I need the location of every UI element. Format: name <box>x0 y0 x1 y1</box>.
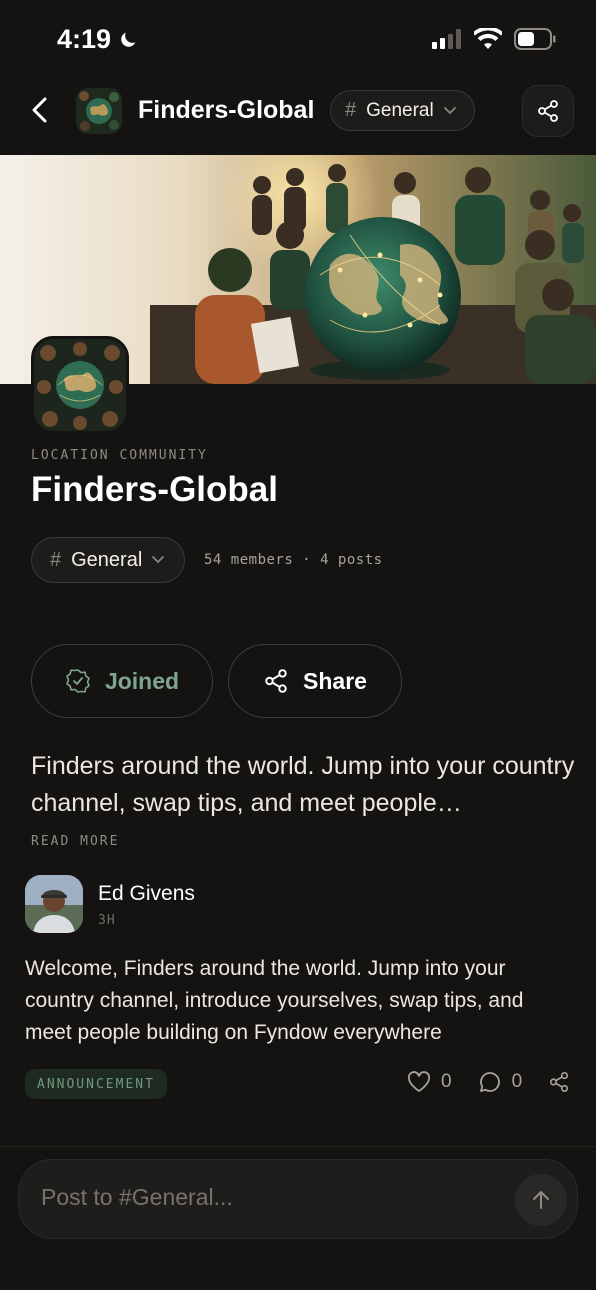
share-icon <box>538 100 558 122</box>
community-type-label: LOCATION COMMUNITY <box>31 448 208 463</box>
divider <box>0 1146 596 1147</box>
community-avatar-small <box>76 88 122 134</box>
post-composer <box>18 1159 578 1239</box>
share-button[interactable]: Share <box>228 644 402 718</box>
comment-count: 0 <box>511 1071 523 1092</box>
comment-icon <box>479 1072 500 1092</box>
channel-selector-label: General <box>366 99 434 121</box>
comment-button[interactable]: 0 <box>478 1070 523 1094</box>
channel-dropdown[interactable]: # General <box>31 537 186 583</box>
post-share-button[interactable] <box>548 1071 570 1093</box>
channel-dropdown-label: General <box>71 548 143 571</box>
hash-icon: # <box>50 548 62 571</box>
moon-icon <box>121 32 136 47</box>
signal-icon <box>432 29 461 49</box>
wifi-icon <box>474 28 502 49</box>
chevron-down-icon <box>443 106 456 114</box>
back-chevron-icon <box>32 97 47 123</box>
back-button[interactable] <box>22 92 58 128</box>
post-body: Welcome, Finders around the world. Jump … <box>25 957 524 1044</box>
post-tag-badge: ANNOUNCEMENT <box>25 1069 167 1099</box>
battery-icon <box>514 28 556 50</box>
heart-icon <box>407 1071 431 1092</box>
arrow-up-icon <box>533 1191 549 1209</box>
share-button-label: Share <box>303 667 367 694</box>
community-description: Finders around the world. Jump into your… <box>31 752 575 817</box>
read-more-link[interactable]: READ MORE <box>31 834 119 849</box>
share-icon <box>550 1072 569 1092</box>
status-icons <box>432 28 556 50</box>
nav-title: Finders-Global <box>138 96 315 124</box>
chevron-down-icon <box>152 556 165 564</box>
status-time-label: 4:19 <box>57 24 112 54</box>
like-button[interactable]: 0 <box>407 1071 452 1093</box>
community-stats: 54 members · 4 posts <box>204 552 383 568</box>
community-avatar <box>31 336 129 434</box>
page-title: Finders-Global <box>31 470 278 509</box>
send-button[interactable] <box>515 1174 567 1226</box>
post-timestamp: 3H <box>98 913 116 928</box>
share-icon <box>265 669 287 693</box>
post-input[interactable] <box>41 1184 501 1211</box>
post-author[interactable]: Ed Givens <box>98 882 195 906</box>
avatar[interactable] <box>25 875 83 933</box>
channel-selector[interactable]: # General <box>330 90 475 131</box>
hash-icon: # <box>345 99 357 121</box>
nav-share-button[interactable] <box>522 85 574 137</box>
joined-button-label: Joined <box>104 667 180 694</box>
post-actions: 0 0 <box>407 1070 570 1094</box>
like-count: 0 <box>441 1071 452 1092</box>
status-time: 4:19 <box>57 24 139 55</box>
shield-check-icon <box>66 669 90 693</box>
joined-button[interactable]: Joined <box>31 644 213 718</box>
